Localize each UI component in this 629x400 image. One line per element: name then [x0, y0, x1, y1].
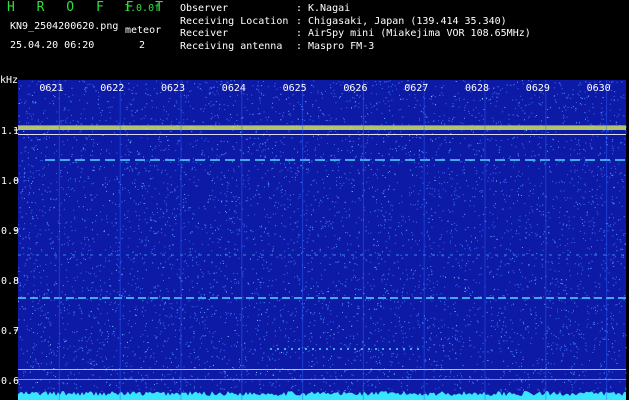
info-value: AirSpy mini (Miakejima VOR 108.65MHz)	[308, 28, 531, 39]
meteor-count: 2	[139, 40, 146, 51]
info-key: Receiver	[180, 28, 229, 39]
info-key: Receiving antenna	[180, 40, 283, 52]
carrier-band-edge	[18, 125, 626, 126]
info-key: Receiving Location	[180, 15, 289, 27]
info-key: Observer	[180, 3, 229, 14]
y-tick-label: 0.9	[1, 226, 19, 237]
info-separator: :	[296, 40, 303, 52]
info-row-antenna: Receiving antenna: Maspro FM-3	[180, 41, 531, 54]
x-tick-label: 0622	[100, 83, 124, 94]
info-value: Chigasaki, Japan (139.414 35.340)	[308, 15, 507, 27]
signal-line-0-62	[18, 369, 626, 370]
carrier-line	[18, 134, 626, 135]
info-row-observer: Observer: K.Nagai	[180, 3, 531, 16]
timestamp-label: 25.04.20 06:20	[10, 40, 95, 51]
info-value: Maspro FM-3	[308, 40, 375, 52]
x-tick-label: 0624	[222, 83, 246, 94]
y-tick-label: 1.0	[1, 176, 19, 187]
info-separator: :	[296, 15, 303, 27]
version-label: 1.0.0f	[124, 3, 161, 14]
x-tick-label: 0628	[465, 83, 489, 94]
x-tick-label: 0623	[161, 83, 185, 94]
meteor-label: meteor	[125, 25, 162, 36]
x-tick-label: 0621	[39, 83, 63, 94]
header-left: H R O F F T 1.0.0f KN9_2504200620.png me…	[0, 0, 170, 72]
x-tick-label: 0626	[343, 83, 367, 94]
x-tick-label: 0627	[404, 83, 428, 94]
info-separator: :	[296, 28, 303, 39]
info-row-receiver: Receiver: AirSpy mini (Miakejima VOR 108.…	[180, 28, 531, 41]
x-tick-label: 0629	[526, 83, 550, 94]
y-axis-ticks: 1.1 1.0 0.9 0.8 0.7 0.6	[1, 126, 19, 387]
carrier-band	[18, 126, 626, 130]
observation-info: Observer: K.Nagai Receiving Location: Chig…	[180, 3, 531, 53]
info-separator: :	[296, 3, 303, 14]
y-tick-label: 1.1	[1, 126, 19, 137]
signal-line-0-60	[18, 379, 626, 380]
x-tick-label: 0630	[587, 83, 611, 94]
y-unit-label: kHz	[0, 75, 18, 86]
y-tick-label: 0.6	[1, 376, 19, 387]
spectrogram[interactable]: kHz 1.1 1.0 0.9 0.8 0.7 0.6 0621 0622 0623 0624 0…	[0, 72, 629, 400]
info-value: K.Nagai	[308, 3, 351, 14]
x-tick-label: 0625	[283, 83, 307, 94]
filename-label: KN9_2504200620.png	[10, 21, 119, 32]
hrofft-window: H R O F F T 1.0.0f KN9_2504200620.png me…	[0, 0, 629, 400]
y-tick-label: 0.8	[1, 276, 19, 287]
y-tick-label: 0.7	[1, 326, 19, 337]
info-row-location: Receiving Location: Chigasaki, Japan (139…	[180, 16, 531, 29]
